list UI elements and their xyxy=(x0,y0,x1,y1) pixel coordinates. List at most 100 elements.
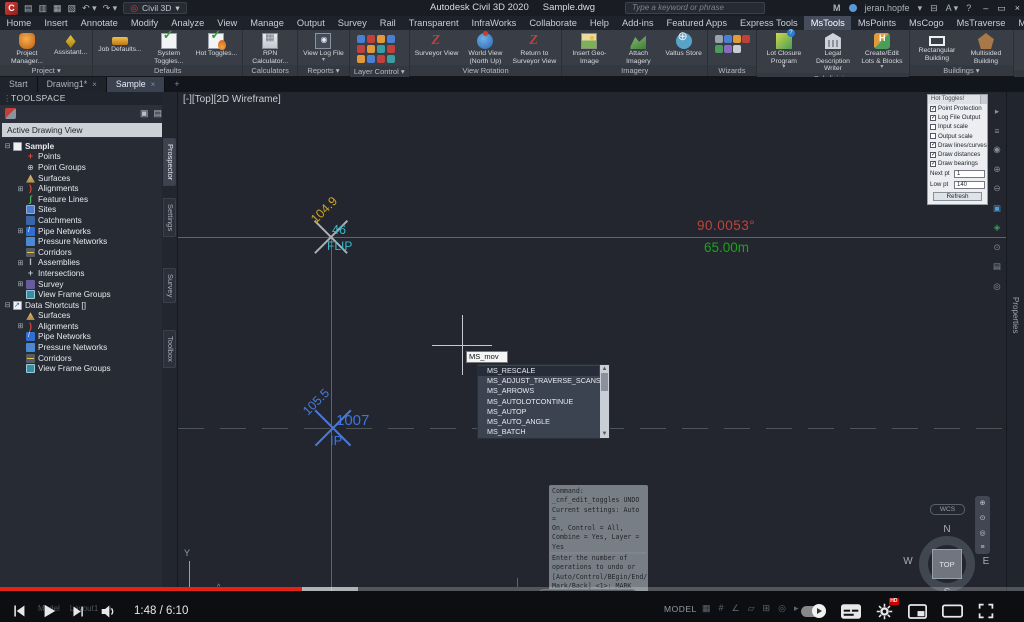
snap-toggle-icon[interactable]: # xyxy=(719,603,724,614)
plot-icon[interactable]: ▧ xyxy=(68,0,77,16)
wizard-tool-icon[interactable] xyxy=(724,35,732,43)
lot-closure-program-button[interactable]: Lot Closure Program▾ xyxy=(760,32,808,70)
tree-expander-icon[interactable]: ⊞ xyxy=(16,185,25,193)
valtus-store-button[interactable]: Valtus Store xyxy=(663,32,704,58)
next-video-icon[interactable] xyxy=(72,605,85,618)
tree-item-view-frame-groups[interactable]: View Frame Groups xyxy=(0,363,162,374)
preview-toggle-icon[interactable]: ▤ xyxy=(153,108,162,119)
attach-imagery-button[interactable]: Attach Imagery xyxy=(614,32,662,65)
alerts-icon[interactable]: A ▾ xyxy=(946,3,959,14)
layer-tool-icon[interactable] xyxy=(367,45,375,53)
polar-tracking-icon[interactable]: ∠ xyxy=(732,603,740,614)
hot-toggle-input-scale[interactable]: Input scale xyxy=(928,122,987,131)
menu-tab-annotate[interactable]: Annotate xyxy=(74,16,124,30)
chevron-down-icon[interactable]: ▾ xyxy=(782,65,785,70)
checkbox-icon[interactable] xyxy=(930,133,936,139)
tree-item-alignments[interactable]: ⊞Alignments xyxy=(0,183,162,194)
menu-tab-express tools[interactable]: Express Tools xyxy=(734,16,805,30)
assistant-button[interactable]: Assistant... xyxy=(52,32,89,57)
video-progress-bar[interactable] xyxy=(0,587,1024,591)
nav-tool-icon[interactable]: ⊕ xyxy=(993,164,1000,175)
toolspace-tab-toolbox[interactable]: Toolbox xyxy=(163,330,176,368)
hot-toggle-draw-distances[interactable]: ✓Draw distances xyxy=(928,150,987,159)
low-pt-input[interactable]: 140 xyxy=(954,181,985,189)
item-view-icon[interactable]: ▣ xyxy=(140,108,149,119)
settings-icon[interactable] xyxy=(876,603,893,620)
view-log-file-button[interactable]: View Log File▾ xyxy=(301,32,346,63)
restore-button[interactable]: ▭ xyxy=(997,3,1006,14)
compass-east[interactable]: E xyxy=(980,556,992,567)
workspace-switcher[interactable]: ◎ Civil 3D ▾ xyxy=(123,2,186,14)
tree-item-pressure-networks[interactable]: Pressure Networks xyxy=(0,236,162,247)
wizard-tool-icon[interactable] xyxy=(742,35,750,43)
store-icon[interactable]: ⊟ xyxy=(930,3,938,14)
tree-item-pipe-networks[interactable]: Pipe Networks xyxy=(0,332,162,343)
compass-west[interactable]: W xyxy=(902,556,914,567)
wizard-tool-icon[interactable] xyxy=(724,45,732,53)
new-file-icon[interactable]: ▤ xyxy=(24,0,33,16)
hot-toggles-title[interactable]: Hot Toggles! xyxy=(928,95,987,104)
rectangular-building-button[interactable]: Rectangular Building xyxy=(913,32,961,62)
tree-item-catchments[interactable]: Catchments xyxy=(0,215,162,226)
checkbox-icon[interactable]: ✓ xyxy=(930,161,936,167)
refresh-button[interactable]: Refresh xyxy=(933,192,982,201)
tree-expander-icon[interactable]: ⊟ xyxy=(3,142,12,150)
create-edit-lots-blocks-button[interactable]: Create/Edit Lots & Blocks▾ xyxy=(858,32,906,70)
doc-tab-drawing1[interactable]: Drawing1*× xyxy=(38,77,107,92)
nav-tool-icon[interactable]: ▸ xyxy=(995,106,999,117)
app-logo-icon[interactable]: C xyxy=(5,2,18,15)
play-icon[interactable] xyxy=(41,603,57,619)
system-toggles-button[interactable]: System Toggles... xyxy=(145,32,193,65)
nav-tool-icon[interactable]: ⊙ xyxy=(993,242,1000,253)
checkbox-icon[interactable] xyxy=(930,124,936,130)
surveyor-view-button[interactable]: Surveyor View xyxy=(413,32,461,58)
save-icon[interactable]: ▦ xyxy=(53,0,62,16)
doc-tab-sample[interactable]: Sample× xyxy=(107,77,166,92)
multisided-building-button[interactable]: Multisided Building xyxy=(962,32,1010,65)
tree-item-alignments[interactable]: ⊞Alignments xyxy=(0,321,162,332)
tree-expander-icon[interactable]: ⊟ xyxy=(3,301,12,309)
tree-item-points[interactable]: Points xyxy=(0,152,162,163)
layer-tool-icon[interactable] xyxy=(367,35,375,43)
tree-item-pipe-networks[interactable]: ⊞Pipe Networks xyxy=(0,226,162,237)
next-pt-input[interactable]: 1 xyxy=(954,170,985,178)
layer-tool-icon[interactable] xyxy=(387,45,395,53)
autocomplete-item[interactable]: MS_ARROWS xyxy=(478,386,599,396)
menu-tab-home[interactable]: Home xyxy=(0,16,38,30)
toolspace-header[interactable]: ⋮ TOOLSPACE xyxy=(0,92,177,105)
scrollbar[interactable]: ▲ ▼ xyxy=(600,365,609,438)
hot-toggle-log-file-output[interactable]: ✓Log File Output xyxy=(928,113,987,122)
osnap-icon[interactable]: ⊞ xyxy=(763,603,771,614)
layer-tool-icon[interactable] xyxy=(377,55,385,63)
orbit-icon[interactable]: ◎ xyxy=(979,529,985,537)
tree-item-surfaces[interactable]: Surfaces xyxy=(0,311,162,322)
drawing-canvas[interactable]: [-][Top][2D Wireframe] 104.9 46 FLIP 90.… xyxy=(178,92,1024,600)
checkbox-icon[interactable]: ✓ xyxy=(930,142,936,148)
doc-tab-[interactable]: + xyxy=(165,77,188,92)
chevron-down-icon[interactable]: ▾ xyxy=(880,65,883,70)
tree-expander-icon[interactable]: ⊞ xyxy=(16,227,25,235)
tree-item-intersections[interactable]: Intersections xyxy=(0,268,162,279)
layer-tool-icon[interactable] xyxy=(357,45,365,53)
tree-item-sample[interactable]: ⊟Sample xyxy=(0,141,162,152)
checkbox-icon[interactable]: ✓ xyxy=(930,115,936,121)
wizard-tool-icon[interactable] xyxy=(733,45,741,53)
menu-tab-rail[interactable]: Rail xyxy=(373,16,402,30)
menu-tab-survey[interactable]: Survey xyxy=(331,16,373,30)
active-drawing-view-select[interactable]: Active Drawing View ▾ xyxy=(2,123,175,137)
minimize-button[interactable]: – xyxy=(983,3,988,14)
user-avatar[interactable] xyxy=(849,4,857,12)
autocomplete-item[interactable]: MS_ADJUST_TRAVERSE_SCANS xyxy=(478,376,599,386)
menu-tab-transparent[interactable]: Transparent xyxy=(402,16,465,30)
navigation-bar[interactable]: ⊕ ⊙ ◎ ≡ xyxy=(975,496,990,554)
menu-tab-mspoints[interactable]: MsPoints xyxy=(851,16,902,30)
hot-toggle-draw-bearings[interactable]: ✓Draw bearings xyxy=(928,159,987,168)
checkbox-icon[interactable]: ✓ xyxy=(930,152,936,158)
rpn-calculator-button[interactable]: RPN Calculator... xyxy=(246,32,294,65)
nav-tool-icon[interactable]: ▤ xyxy=(993,261,1001,272)
nav-tool-icon[interactable]: ▣ xyxy=(993,203,1001,214)
wizard-tool-icon[interactable] xyxy=(715,45,723,53)
checkbox-icon[interactable]: ✓ xyxy=(930,106,936,112)
menu-tab-featured apps[interactable]: Featured Apps xyxy=(660,16,733,30)
layer-tool-icon[interactable] xyxy=(367,55,375,63)
